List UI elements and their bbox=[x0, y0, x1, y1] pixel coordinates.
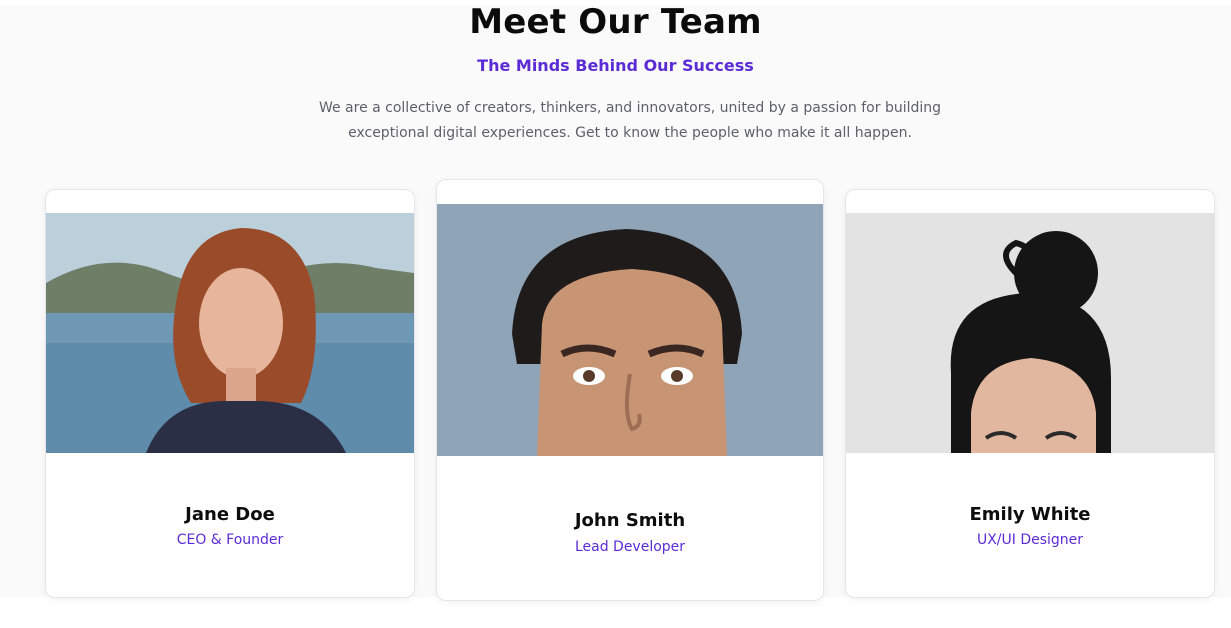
team-card-jane-doe[interactable]: Jane Doe CEO & Founder bbox=[45, 189, 415, 598]
section-description: We are a collective of creators, thinker… bbox=[318, 100, 942, 141]
team-role: UX/UI Designer bbox=[976, 532, 1084, 548]
team-name: Jane Doe bbox=[185, 504, 275, 525]
team-name: John Smith bbox=[574, 510, 686, 531]
team-role: Lead Developer bbox=[574, 539, 686, 555]
team-card-john-smith[interactable]: John Smith Lead Developer bbox=[436, 179, 824, 601]
section-title: Meet Our Team bbox=[469, 2, 762, 42]
team-name: Emily White bbox=[969, 504, 1091, 525]
team-photo-jane-doe bbox=[46, 213, 414, 453]
team-card-emily-white[interactable]: Emily White UX/UI Designer bbox=[845, 189, 1215, 598]
team-photo-john-smith bbox=[437, 204, 823, 456]
team-role: CEO & Founder bbox=[176, 532, 284, 548]
team-section: Meet Our Team The Minds Behind Our Succe… bbox=[0, 2, 1231, 601]
team-photo-emily-white bbox=[846, 213, 1214, 453]
section-subtitle: The Minds Behind Our Success bbox=[477, 56, 754, 75]
